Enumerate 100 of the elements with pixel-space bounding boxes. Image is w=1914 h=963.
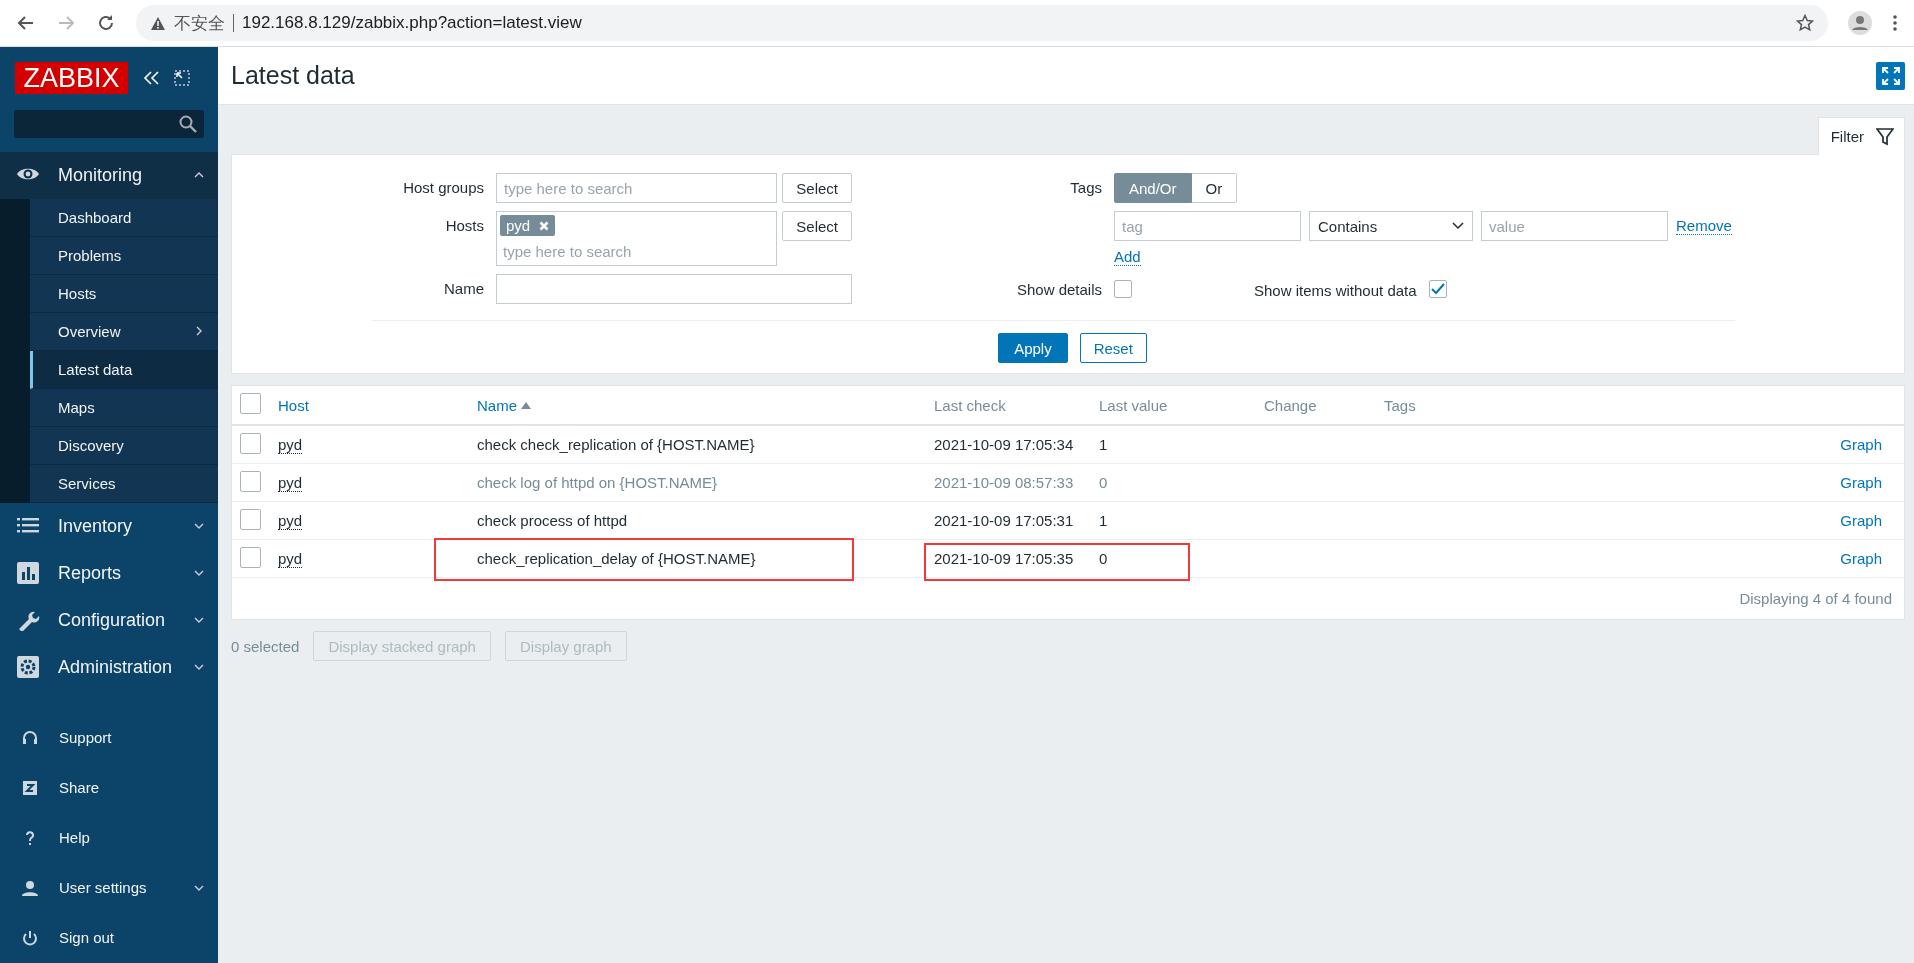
table-cell: 0 bbox=[1099, 550, 1108, 567]
table-cell: 0 bbox=[1099, 474, 1108, 491]
submenu-item[interactable]: Hosts bbox=[30, 274, 218, 313]
expand-icon bbox=[1881, 66, 1900, 85]
column-header[interactable]: Host bbox=[278, 396, 309, 414]
menu-item[interactable]: Administration bbox=[0, 643, 218, 691]
table-cell: 2021-10-09 17:05:35 bbox=[934, 550, 1074, 567]
host-link[interactable]: pyd bbox=[278, 474, 303, 492]
fullscreen-button[interactable] bbox=[1876, 61, 1905, 90]
selected-count: 0 selected bbox=[231, 637, 300, 655]
name-field[interactable] bbox=[496, 274, 852, 304]
condition-dropdown[interactable]: Contains bbox=[1309, 211, 1473, 241]
security-label: 不安全 bbox=[174, 12, 225, 35]
graph-link[interactable]: Graph bbox=[1840, 474, 1882, 491]
star-icon[interactable] bbox=[1796, 14, 1814, 32]
menu-item[interactable]: Share bbox=[0, 763, 218, 813]
caret-down-icon bbox=[194, 664, 204, 671]
table-cell: check check_replication of {HOST.NAME} bbox=[477, 436, 755, 453]
kiosk-icon[interactable] bbox=[174, 70, 190, 86]
logo[interactable]: ZABBIX bbox=[15, 62, 128, 94]
tag-field[interactable]: tag bbox=[1114, 211, 1301, 241]
host-link[interactable]: pyd bbox=[278, 550, 303, 568]
checkbox[interactable] bbox=[1114, 280, 1132, 298]
apply-button[interactable]: Apply bbox=[998, 333, 1068, 363]
share-icon bbox=[21, 779, 39, 797]
field-label: Hosts bbox=[444, 216, 485, 234]
submenu-item[interactable]: Discovery bbox=[30, 426, 218, 465]
column-header: Last check bbox=[934, 396, 1006, 414]
menu-item[interactable]: Reports bbox=[0, 549, 218, 597]
host-link[interactable]: pyd bbox=[278, 512, 303, 530]
add-link[interactable]: Add bbox=[1114, 248, 1141, 266]
user-icon bbox=[21, 879, 39, 897]
filter-icon bbox=[1876, 127, 1894, 146]
table-cell: 2021-10-09 08:57:33 bbox=[934, 474, 1074, 491]
submenu-item[interactable]: Problems bbox=[30, 236, 218, 275]
headset-icon bbox=[21, 729, 39, 747]
column-header: Last value bbox=[1099, 396, 1168, 414]
result-count: Displaying 4 of 4 found bbox=[1739, 590, 1892, 607]
remove-link[interactable]: Remove bbox=[1676, 217, 1732, 235]
search-icon bbox=[179, 115, 197, 134]
host-groups-field[interactable]: type here to search bbox=[496, 173, 778, 203]
table-cell: 1 bbox=[1099, 436, 1108, 453]
chevron-right-icon bbox=[196, 326, 202, 337]
host-link[interactable]: pyd bbox=[278, 436, 303, 454]
collapse-icon[interactable] bbox=[142, 70, 160, 86]
graph-link[interactable]: Graph bbox=[1840, 436, 1882, 453]
graph-link[interactable]: Graph bbox=[1840, 512, 1882, 529]
menu-item[interactable]: Configuration bbox=[0, 596, 218, 644]
column-header: Change bbox=[1264, 396, 1317, 414]
checkmark-icon bbox=[1430, 283, 1445, 295]
menu-item[interactable]: Support bbox=[0, 713, 218, 763]
reload-icon[interactable] bbox=[96, 13, 116, 33]
submenu-item[interactable]: Maps bbox=[30, 388, 218, 427]
row-checkbox[interactable] bbox=[240, 546, 261, 568]
caret-up-icon bbox=[194, 172, 204, 179]
column-header: Tags bbox=[1384, 396, 1416, 414]
filter-tab[interactable]: Filter bbox=[1817, 117, 1905, 155]
checkbox[interactable] bbox=[1428, 280, 1447, 298]
table-cell: check_replication_delay of {HOST.NAME} bbox=[477, 550, 756, 567]
submenu-item[interactable]: Services bbox=[30, 464, 218, 503]
sort-ascending-icon bbox=[521, 401, 531, 409]
menu-item[interactable]: User settings bbox=[0, 863, 218, 913]
field-label: Show details bbox=[1015, 280, 1103, 298]
select-button[interactable]: Select bbox=[782, 211, 852, 241]
table-cell: check process of httpd bbox=[477, 512, 628, 529]
menu-item[interactable]: Help bbox=[0, 813, 218, 863]
select-button[interactable]: Select bbox=[782, 173, 852, 203]
field-label: Show items without data bbox=[1254, 281, 1418, 299]
table-cell: 1 bbox=[1099, 512, 1108, 529]
value-field[interactable]: value bbox=[1481, 211, 1668, 241]
table-cell: 2021-10-09 17:05:34 bbox=[934, 436, 1074, 453]
menu-item[interactable]: Inventory bbox=[0, 502, 218, 550]
field-label: Tags bbox=[1069, 178, 1103, 196]
remove-icon bbox=[539, 220, 550, 231]
power-icon bbox=[21, 929, 39, 947]
chevron-down-icon bbox=[1452, 222, 1464, 230]
table-cell: check log of httpd on {HOST.NAME} bbox=[477, 474, 718, 491]
submenu-item[interactable]: Latest data bbox=[30, 350, 218, 389]
menu-item[interactable]: Monitoring bbox=[0, 152, 218, 199]
search-field[interactable] bbox=[14, 110, 204, 139]
submenu-item[interactable]: Dashboard bbox=[30, 198, 218, 237]
field-label: Host groups bbox=[402, 178, 485, 196]
column-header[interactable]: Name bbox=[477, 396, 531, 414]
menu-icon[interactable] bbox=[1892, 13, 1898, 33]
menu-item[interactable]: Sign out bbox=[0, 913, 218, 963]
caret-down-icon bbox=[194, 570, 204, 577]
row-checkbox[interactable] bbox=[240, 508, 261, 530]
field-label: Name bbox=[443, 279, 485, 297]
operator-toggle[interactable]: Or bbox=[1191, 173, 1238, 203]
select-all-checkbox[interactable] bbox=[240, 393, 261, 414]
gear-icon bbox=[16, 656, 40, 679]
row-checkbox[interactable] bbox=[240, 432, 261, 454]
row-checkbox[interactable] bbox=[240, 470, 261, 492]
profile-icon[interactable] bbox=[1848, 11, 1872, 35]
address-bar[interactable]: 不安全 192.168.8.129/zabbix.php?action=latest.view bbox=[136, 5, 1828, 41]
graph-link[interactable]: Graph bbox=[1840, 550, 1882, 567]
caret-down-icon bbox=[194, 885, 204, 891]
caret-down-icon bbox=[194, 523, 204, 530]
submenu-item[interactable]: Overview bbox=[30, 312, 218, 351]
reset-button[interactable]: Reset bbox=[1079, 333, 1147, 363]
